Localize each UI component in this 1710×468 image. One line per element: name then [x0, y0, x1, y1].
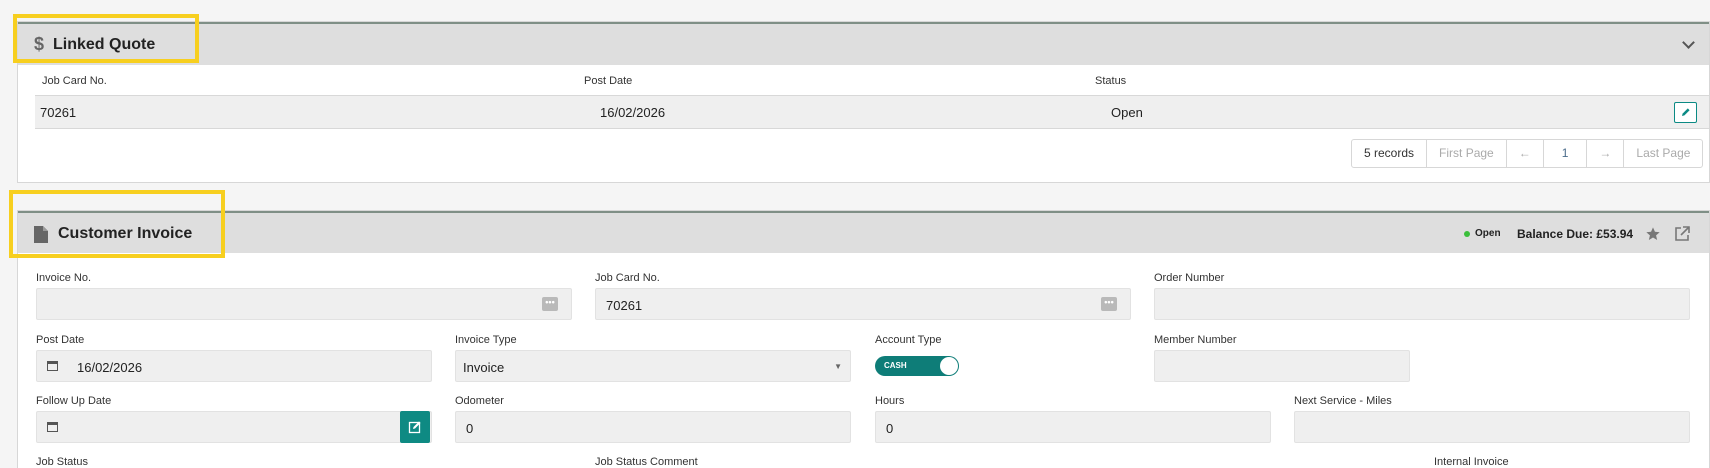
edit-follow-up-button[interactable]	[400, 411, 430, 443]
account-type-label: Account Type	[875, 334, 942, 346]
post-date-field[interactable]: 16/02/2026	[36, 350, 432, 382]
follow-up-date-field[interactable]	[36, 411, 432, 443]
member-number-field[interactable]	[1154, 350, 1410, 382]
last-page-button[interactable]: Last Page	[1624, 140, 1702, 167]
highlight-box-linked-quote	[13, 14, 199, 63]
linked-quote-panel: $ Linked Quote Job Card No. Post Date St…	[17, 21, 1710, 183]
table-row[interactable]: 70261 16/02/2026 Open	[35, 95, 1709, 129]
more-options-icon[interactable]: •••	[542, 297, 558, 311]
invoice-no-field[interactable]: •••	[36, 288, 572, 320]
invoice-type-select[interactable]: Invoice ▼	[455, 350, 851, 382]
pagination: 5 records First Page ← 1 → Last Page	[1351, 139, 1704, 168]
invoice-type-value: Invoice	[463, 360, 505, 375]
column-header-post-date: Post Date	[584, 75, 633, 87]
cell-status: Open	[1111, 105, 1143, 120]
cell-job-card-no: 70261	[40, 105, 77, 120]
linked-quote-header[interactable]: $ Linked Quote	[18, 22, 1709, 65]
job-status-label: Job Status	[36, 456, 88, 468]
edit-icon	[408, 421, 421, 434]
next-service-miles-field[interactable]	[1294, 411, 1690, 443]
dropdown-arrow-icon: ▼	[834, 362, 842, 371]
invoice-type-label: Invoice Type	[455, 334, 517, 346]
order-number-label: Order Number	[1154, 272, 1225, 284]
chevron-down-icon[interactable]	[1682, 36, 1695, 49]
order-number-field[interactable]	[1154, 288, 1690, 320]
records-count: 5 records	[1352, 140, 1428, 167]
calendar-icon	[47, 361, 58, 371]
job-card-no-field[interactable]: 70261 •••	[595, 288, 1131, 320]
customer-invoice-panel: Customer Invoice Open Balance Due: £53.9…	[17, 210, 1710, 468]
current-page[interactable]: 1	[1544, 140, 1588, 167]
internal-invoice-label: Internal Invoice	[1434, 456, 1509, 468]
first-page-button[interactable]: First Page	[1427, 140, 1507, 167]
post-date-value: 16/02/2026	[77, 360, 143, 375]
next-page-button[interactable]: →	[1587, 140, 1625, 167]
invoice-no-label: Invoice No.	[36, 272, 92, 284]
hours-field[interactable]: 0	[875, 411, 1271, 443]
account-type-value: CASH	[884, 361, 907, 370]
next-service-miles-label: Next Service - Miles	[1294, 395, 1392, 407]
star-icon[interactable]	[1645, 226, 1661, 242]
balance-due: Balance Due: £53.94	[1517, 227, 1634, 241]
status-dot	[1464, 231, 1470, 237]
highlight-box-customer-invoice	[9, 190, 225, 258]
account-type-toggle[interactable]: CASH	[875, 356, 959, 376]
member-number-label: Member Number	[1154, 334, 1237, 346]
edit-row-button[interactable]	[1674, 102, 1697, 123]
column-header-status: Status	[1095, 75, 1127, 87]
post-date-label: Post Date	[36, 334, 85, 346]
external-link-icon[interactable]	[1674, 226, 1690, 242]
odometer-label: Odometer	[455, 395, 504, 407]
pencil-icon	[1682, 108, 1690, 116]
column-header-job-card-no: Job Card No.	[42, 75, 107, 87]
odometer-value: 0	[466, 421, 474, 436]
odometer-field[interactable]: 0	[455, 411, 851, 443]
follow-up-date-label: Follow Up Date	[36, 395, 112, 407]
toggle-knob	[940, 357, 958, 375]
customer-invoice-header[interactable]: Customer Invoice Open Balance Due: £53.9…	[18, 211, 1709, 253]
cell-post-date: 16/02/2026	[600, 105, 666, 120]
hours-label: Hours	[875, 395, 905, 407]
job-card-no-value: 70261	[606, 298, 643, 313]
more-options-icon[interactable]: •••	[1101, 297, 1117, 311]
job-status-comment-label: Job Status Comment	[595, 456, 698, 468]
calendar-icon	[47, 422, 58, 432]
job-card-no-label: Job Card No.	[595, 272, 660, 284]
invoice-status: Open	[1475, 228, 1501, 239]
hours-value: 0	[886, 421, 894, 436]
prev-page-button[interactable]: ←	[1507, 140, 1544, 167]
